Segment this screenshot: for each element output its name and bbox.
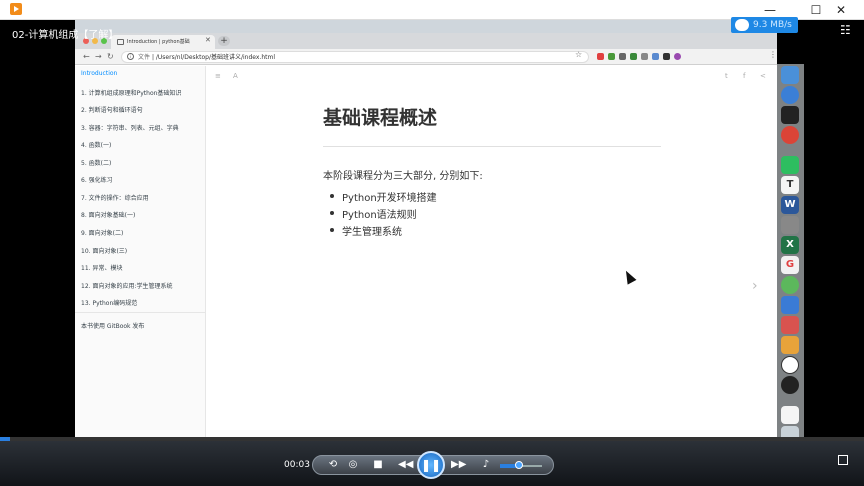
fullscreen-icon[interactable] (838, 455, 848, 465)
extension-icon (641, 53, 648, 60)
browser-tab-title: Introduction | python基础 (127, 39, 190, 45)
extension-icon (630, 53, 637, 60)
share-icon: < (760, 72, 766, 80)
sidebar-item-introduction: Introduction (81, 70, 118, 77)
menu-toggle-icon: ≡ (215, 72, 221, 80)
extension-icon (652, 53, 659, 60)
volume-icon[interactable]: ♪ (479, 458, 493, 472)
safari-icon (781, 86, 799, 104)
intro-text: 本阶段课程分为三大部分, 分别如下: (323, 171, 483, 182)
bookmark-star-icon: ☆ (575, 50, 583, 59)
title-divider (323, 146, 661, 147)
browser-menu-icon: ⋮ (769, 50, 777, 59)
sidebar-item: 13. Python编码规范 (81, 300, 138, 307)
font-settings-icon: A (233, 72, 238, 80)
pause-button[interactable]: ❚❚ (417, 451, 445, 479)
close-button[interactable]: ✕ (818, 0, 864, 20)
video-player: — ☐ ✕ Introduction | python基础 ✕ + ← → ↻ … (0, 0, 864, 486)
excel-icon: X (781, 236, 799, 254)
word-icon: W (781, 196, 799, 214)
mac-dock: T W X G (777, 64, 804, 454)
course-parts-list: Python开发环境搭建 Python语法规则 学生管理系统 (323, 189, 437, 240)
sidebar-divider (75, 312, 206, 313)
sidebar-item: 1. 计算机组成原理和Python基础知识 (81, 90, 182, 97)
cloud-icon (735, 19, 749, 31)
sidebar-item: 11. 异常、模块 (81, 265, 123, 272)
extension-icon (597, 53, 604, 60)
next-page-chevron-icon: › (752, 278, 758, 294)
page-title: 基础课程概述 (323, 107, 438, 129)
typora-icon: T (781, 176, 799, 194)
address-bar: 文件 | /Users/nl/Desktop/基础班讲义/index.html (121, 51, 589, 63)
chrome-icon (781, 126, 799, 144)
back-arrow-icon: ← (83, 52, 90, 61)
loop-icon[interactable]: ⟲ (326, 458, 340, 472)
sidebar-item: 6. 强化练习 (81, 177, 113, 184)
app-icon (781, 216, 799, 234)
sidebar-item: 8. 面向对象基础(一) (81, 212, 136, 219)
letterbox-left (0, 42, 75, 486)
twitter-icon: t (725, 72, 728, 80)
sidebar-footer: 本书使用 GitBook 发布 (81, 323, 145, 330)
browser-toolbar: ← → ↻ 文件 | /Users/nl/Desktop/基础班讲义/index… (75, 49, 777, 65)
sidebar-item: 3. 容器：字符串、列表、元组、字典 (81, 125, 179, 132)
sidebar-item: 4. 函数(一) (81, 142, 112, 149)
stop-button[interactable]: ■ (371, 458, 385, 472)
sidebar-item: 5. 函数(二) (81, 160, 112, 167)
fast-forward-button[interactable]: ▶▶ (451, 458, 466, 472)
player-app-icon (10, 3, 22, 15)
new-tab-icon: + (218, 36, 230, 46)
app-icon: G (781, 256, 799, 274)
extension-icon (663, 53, 670, 60)
playlist-icon[interactable]: ☷ (840, 24, 854, 36)
sidebar-item: 12. 面向对象的应用:学生管理系统 (81, 283, 173, 290)
list-item: Python开发环境搭建 (323, 189, 437, 206)
terminal-icon (781, 106, 799, 124)
app-icon (781, 356, 799, 374)
profile-avatar (674, 53, 681, 60)
app-icon (781, 316, 799, 334)
player-controls: 00:03 ⟲ ◎ ■ ◀◀ ❚❚ ▶▶ ♪ (0, 441, 864, 486)
rewind-button[interactable]: ◀◀ (398, 458, 413, 472)
browser-tabbar: Introduction | python基础 ✕ + (75, 33, 777, 49)
browser-tab: Introduction | python基础 (111, 35, 215, 49)
info-icon: i (127, 53, 134, 60)
app-icon (781, 296, 799, 314)
sidebar-item: 2. 判断语句和循环语句 (81, 107, 143, 114)
extension-icon (619, 53, 626, 60)
sidebar-item: 10. 面向对象(三) (81, 248, 128, 255)
volume-knob[interactable] (514, 461, 523, 469)
list-item: 学生管理系统 (323, 223, 437, 240)
screenshot-icon[interactable]: ◎ (346, 458, 360, 472)
app-icon (781, 276, 799, 294)
address-url: /Users/nl/Desktop/基础班讲义/index.html (155, 54, 275, 61)
evernote-icon (781, 156, 799, 174)
browser-window: Introduction | python基础 ✕ + ← → ↻ 文件 | /… (75, 33, 777, 453)
finder-icon (781, 66, 799, 84)
folder-icon (781, 336, 799, 354)
address-scheme-label: 文件 (138, 54, 151, 61)
obs-icon (781, 376, 799, 394)
forward-arrow-icon: → (95, 52, 102, 61)
extension-icon (608, 53, 615, 60)
sidebar-item: 7. 文件的操作：综合应用 (81, 195, 149, 202)
book-content: ≡ A t f < 基础课程概述 本阶段课程分为三大部分, 分别如下: Pyth… (206, 66, 777, 453)
letterbox-right (804, 42, 864, 486)
book-sidebar: Introduction 1. 计算机组成原理和Python基础知识 2. 判断… (75, 66, 206, 453)
document-icon (781, 406, 799, 424)
current-time: 00:03 (284, 460, 310, 470)
video-title: 02-计算机组成【了解】 (12, 30, 119, 41)
reload-icon: ↻ (107, 52, 114, 61)
tab-close-icon: ✕ (205, 36, 211, 44)
list-item: Python语法规则 (323, 206, 437, 223)
sidebar-item: 9. 面向对象(二) (81, 230, 124, 237)
facebook-icon: f (743, 72, 746, 80)
